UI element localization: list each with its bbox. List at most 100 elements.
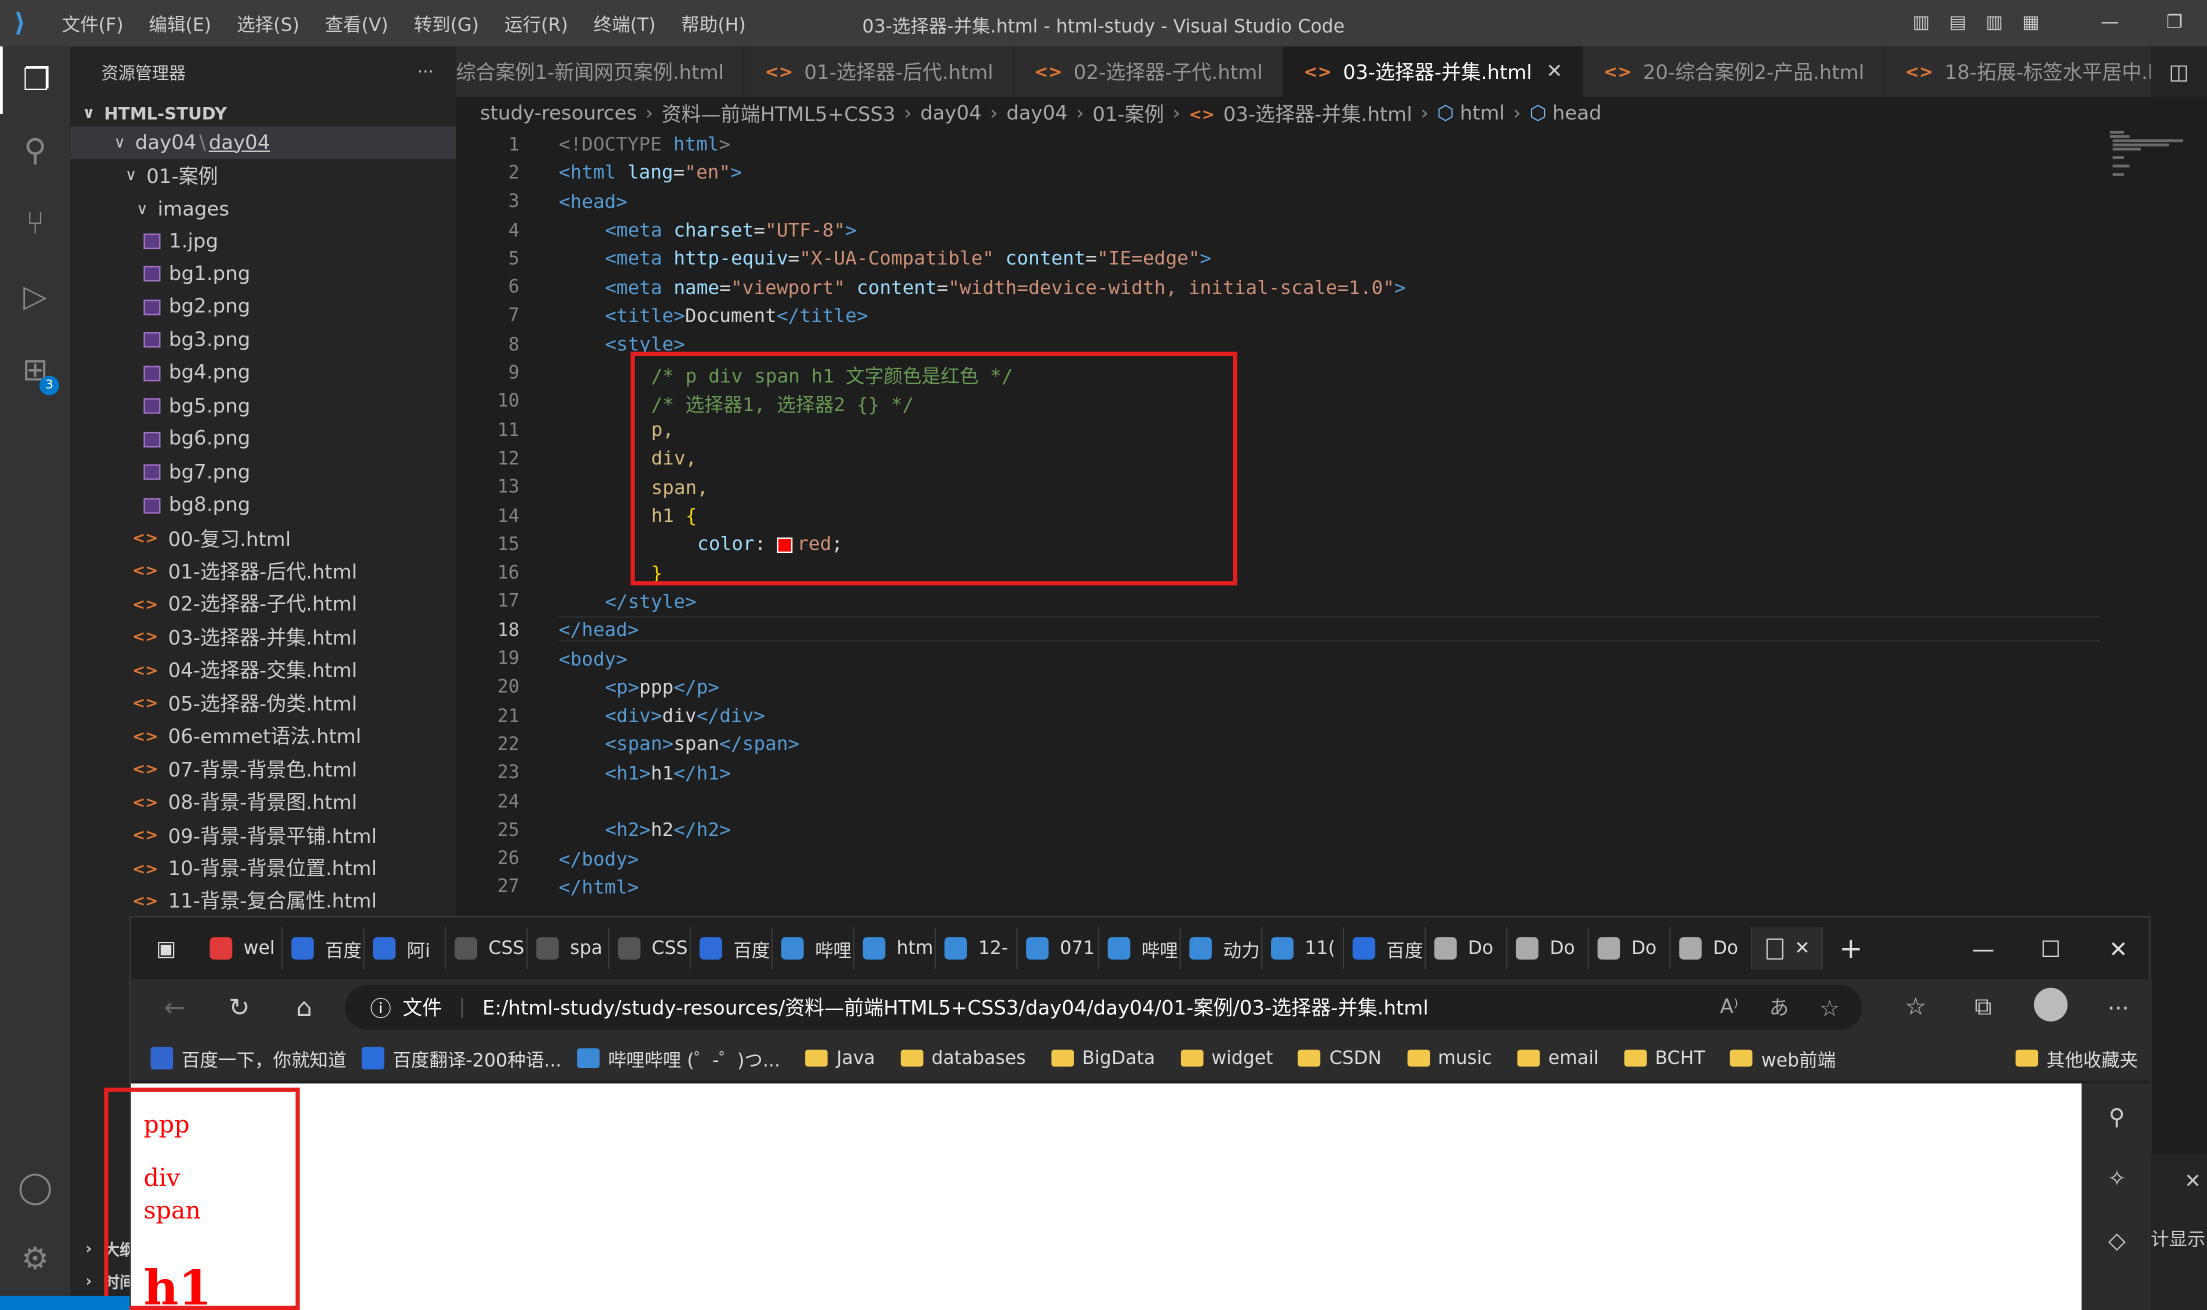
menu-terminal[interactable]: 终端(T) [594,15,656,36]
translate-icon[interactable]: あ [1769,993,1789,1021]
customize-layout-icon[interactable]: ▦ [2013,13,2050,34]
code-line[interactable]: 20 <p>ppp</p> [456,674,2100,703]
browser-tab[interactable]: 百度 [1344,927,1426,970]
browser-tab[interactable]: wel [201,927,283,970]
code-line[interactable]: 25 <h2>h2</h2> [456,816,2100,845]
code-line[interactable]: 1 <!DOCTYPE html> [456,131,2100,160]
menu-help[interactable]: 帮助(H) [681,15,746,36]
home-icon[interactable]: ⌂ [272,993,337,1023]
browser-tab[interactable]: 百度 [283,927,365,970]
browser-tab[interactable]: 哔哩 [1099,927,1181,970]
refresh-icon[interactable]: ↻ [207,993,272,1023]
copilot-icon[interactable]: ✧ [2082,1165,2152,1192]
browser-tab[interactable]: Do [1671,927,1753,970]
browser-tab-active[interactable]: ✕ [1752,927,1823,970]
code-line[interactable]: 24 [456,788,2100,817]
bookmark-folder[interactable]: email [1517,1045,1599,1072]
file-item[interactable]: <> 03-选择器-并集.html [70,621,456,653]
tab-child[interactable]: <> 02-选择器-子代.html [1014,46,1284,98]
browser-maximize-button[interactable]: ☐ [2017,935,2085,962]
folder-day04[interactable]: ∨ day04 \ day04 [70,126,457,160]
file-item[interactable]: <> 11-背景-复合属性.html [70,885,456,917]
bookmark-baidu-translate[interactable]: 百度翻译-200种语... [361,1045,561,1071]
code-line[interactable]: 17 </style> [456,588,2100,617]
tab-actions-icon[interactable]: ▣ [131,936,201,961]
file-item[interactable]: <> 06-emmet语法.html [70,720,456,752]
file-item[interactable]: <> 05-选择器-伪类.html [70,687,456,719]
file-item[interactable]: bg8.png [70,489,456,521]
browser-tab[interactable]: 哔哩 [773,927,855,970]
file-item[interactable]: bg4.png [70,357,456,389]
explorer-icon[interactable]: ❐ [0,46,70,114]
toggle-panel-icon[interactable]: ▤ [1940,13,1977,34]
bookmark-bilibili[interactable]: 哔哩哔哩 (゜-゜)つ... [576,1045,780,1071]
browser-tab[interactable]: CSS [609,927,692,970]
code-line[interactable]: 26 </body> [456,845,2100,874]
tab-descendant[interactable]: <> 01-选择器-后代.html [745,46,1015,98]
browser-tab[interactable]: 动力 [1181,927,1263,970]
read-aloud-icon[interactable]: A⁾ [1720,996,1738,1019]
file-item[interactable]: <> 00-复习.html [70,522,456,554]
browser-tab[interactable]: CSS [446,927,528,970]
file-item[interactable]: <> 10-背景-背景位置.html [70,852,456,884]
browser-close-button[interactable]: ✕ [2085,935,2153,962]
folder-01-cases[interactable]: ∨ 01-案例 [70,159,456,191]
collections-icon[interactable]: ⧉ [1949,993,2017,1021]
code-line[interactable]: 22 <span>span</span> [456,731,2100,760]
file-item[interactable]: bg5.png [70,390,456,422]
browser-tab[interactable]: Do [1426,927,1508,970]
code-line[interactable]: 19 <body> [456,645,2100,674]
workspace-root[interactable]: ∨ HTML-STUDY [70,97,456,129]
bookmark-folder[interactable]: Java [805,1045,875,1072]
bookmark-folder[interactable]: widget [1180,1045,1273,1072]
browser-tab[interactable]: 071 [1018,927,1100,970]
file-item[interactable]: <> 08-背景-背景图.html [70,786,456,818]
file-item[interactable]: <> 09-背景-背景平铺.html [70,819,456,851]
add-favorite-icon[interactable]: ☆ [1819,994,1839,1021]
bookmark-folder[interactable]: BigData [1051,1045,1155,1072]
code-line[interactable]: 3 <head> [456,188,2100,217]
account-icon[interactable]: ◯ [0,1154,70,1222]
settings-gear-icon[interactable]: ⚙ [0,1226,70,1294]
menu-edit[interactable]: 编辑(E) [149,15,211,36]
search-icon[interactable]: ⚲ [2082,1103,2152,1130]
bookmark-folder[interactable]: BCHT [1624,1045,1705,1072]
new-tab-button[interactable]: + [1823,931,1879,965]
run-debug-icon[interactable]: ▷ [0,263,70,331]
bookmark-folder[interactable]: web前端 [1730,1045,1836,1071]
browser-minimize-button[interactable]: — [1949,935,2017,962]
code-line[interactable]: 7 <title>Document</title> [456,302,2100,331]
file-item[interactable]: <> 02-选择器-子代.html [70,588,456,620]
code-line[interactable]: 23 <h1>h1</h1> [456,759,2100,788]
tab-news-case[interactable]: 综合案例1-新闻网页案例.html [456,46,746,98]
back-icon[interactable]: ← [142,993,207,1023]
url-bar[interactable]: ⓘ 文件 | E:/html-study/study-resources/资料—… [344,984,1863,1030]
browser-tab[interactable]: spa [528,927,610,970]
code-editor[interactable]: 1 <!DOCTYPE html> 2 <html lang="en"> 3 <head>… [456,130,2207,919]
close-icon[interactable]: ✕ [2184,1171,2201,1194]
menu-run[interactable]: 运行(R) [504,15,568,36]
bookmark-baidu[interactable]: 百度一下，你就知道 [150,1045,346,1071]
browser-tab[interactable]: 阿i [365,927,447,970]
bookmark-folder[interactable]: music [1406,1045,1492,1072]
code-line[interactable]: 21 <div>div</div> [456,702,2100,731]
code-line[interactable]: 2 <html lang="en"> [456,159,2100,188]
browser-tab[interactable]: Do [1507,927,1590,970]
file-item[interactable]: 1.jpg [70,225,456,257]
menu-go[interactable]: 转到(G) [414,15,479,36]
browser-tab[interactable]: htm [854,927,937,970]
source-control-icon[interactable]: ⑂ [0,190,70,258]
file-item[interactable]: bg7.png [70,456,456,488]
menu-file[interactable]: 文件(F) [62,15,123,36]
file-item[interactable]: <> 04-选择器-交集.html [70,654,456,686]
extensions-icon[interactable]: ⊞ 3 [0,336,70,404]
file-item[interactable]: bg2.png [70,291,456,323]
toggle-secondary-sidebar-icon[interactable]: ▥ [1976,13,2013,34]
file-item[interactable]: bg6.png [70,423,456,455]
tab-union-active[interactable]: <> 03-选择器-并集.html ✕ [1283,46,1584,98]
file-item[interactable]: bg1.png [70,258,456,290]
bookmark-folder[interactable]: CSDN [1298,1045,1382,1072]
search-icon[interactable]: ⚲ [0,117,70,185]
file-item[interactable]: <> 07-背景-背景色.html [70,753,456,785]
favorites-icon[interactable]: ☆ [1882,993,1950,1021]
